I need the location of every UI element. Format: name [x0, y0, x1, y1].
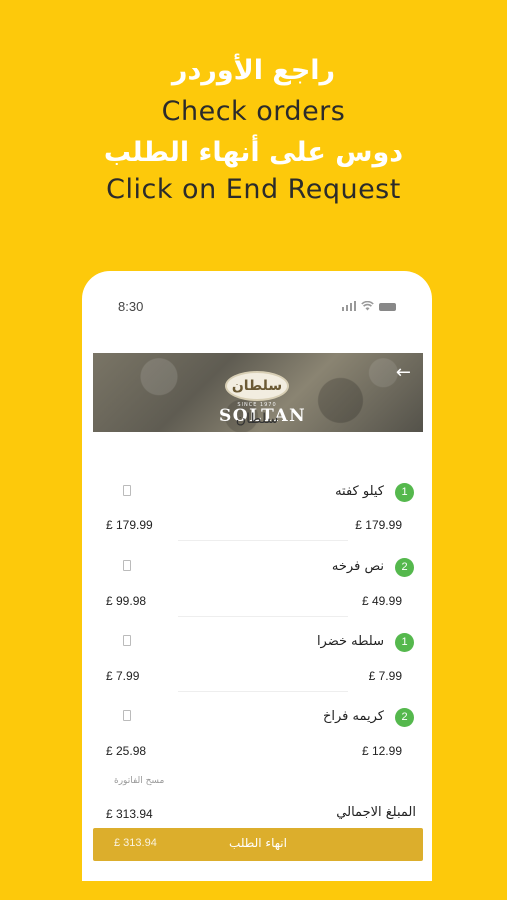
quantity-badge: 1 — [395, 633, 414, 652]
quantity-badge: 2 — [395, 558, 414, 577]
item-total-price: £ 7.99 — [106, 669, 140, 683]
delete-icon[interactable] — [123, 710, 131, 721]
end-request-button[interactable]: £ 313.94 انهاء الطلب — [93, 828, 423, 861]
signal-icon — [341, 301, 356, 311]
delete-icon[interactable] — [123, 485, 131, 496]
grand-total-value: £ 313.94 — [106, 807, 153, 821]
item-total-price: £ 179.99 — [106, 518, 153, 532]
battery-icon — [379, 303, 396, 311]
restaurant-name: سلطان — [235, 411, 279, 427]
headline-english-2: Click on End Request — [106, 174, 401, 205]
item-name: نص فرخه — [331, 559, 384, 574]
delete-icon[interactable] — [123, 560, 131, 571]
wifi-icon — [361, 301, 374, 311]
item-unit-price: £ 49.99 — [361, 594, 402, 608]
logo-arabic-text: سلطان — [225, 371, 289, 401]
item-total-price: £ 99.98 — [106, 594, 147, 608]
divider — [178, 540, 348, 541]
quantity-badge: 2 — [395, 708, 414, 727]
quantity-badge: 1 — [395, 483, 414, 502]
headline-arabic-1: راجع الأوردر — [171, 55, 336, 86]
end-button-label: انهاء الطلب — [229, 836, 287, 850]
back-arrow-icon[interactable]: ← — [396, 362, 411, 383]
divider — [178, 691, 348, 692]
item-total-price: £ 25.98 — [106, 744, 147, 758]
clear-bill-link[interactable]: مسح الفاتورة — [114, 776, 164, 786]
status-icons — [341, 301, 396, 311]
item-unit-price: £ 12.99 — [361, 744, 402, 758]
divider — [178, 616, 348, 617]
item-name: كريمه فراخ — [323, 709, 384, 724]
delete-icon[interactable] — [123, 635, 131, 646]
item-unit-price: £ 179.99 — [355, 518, 402, 532]
phone-screen: 8:30 ← سلطان SINCE 1970 SOLTAN سلطان 1 ك… — [82, 271, 432, 881]
status-bar: 8:30 — [82, 271, 432, 341]
grand-total-label: المبلغ الاجمالي — [336, 805, 416, 820]
status-time: 8:30 — [118, 299, 144, 314]
item-unit-price: £ 7.99 — [368, 669, 402, 683]
item-name: سلطه خضرا — [316, 634, 384, 649]
headline-english-1: Check orders — [161, 96, 346, 127]
headline-arabic-2: دوس على أنهاء الطلب — [103, 137, 404, 168]
item-name: كيلو كفته — [335, 484, 384, 499]
